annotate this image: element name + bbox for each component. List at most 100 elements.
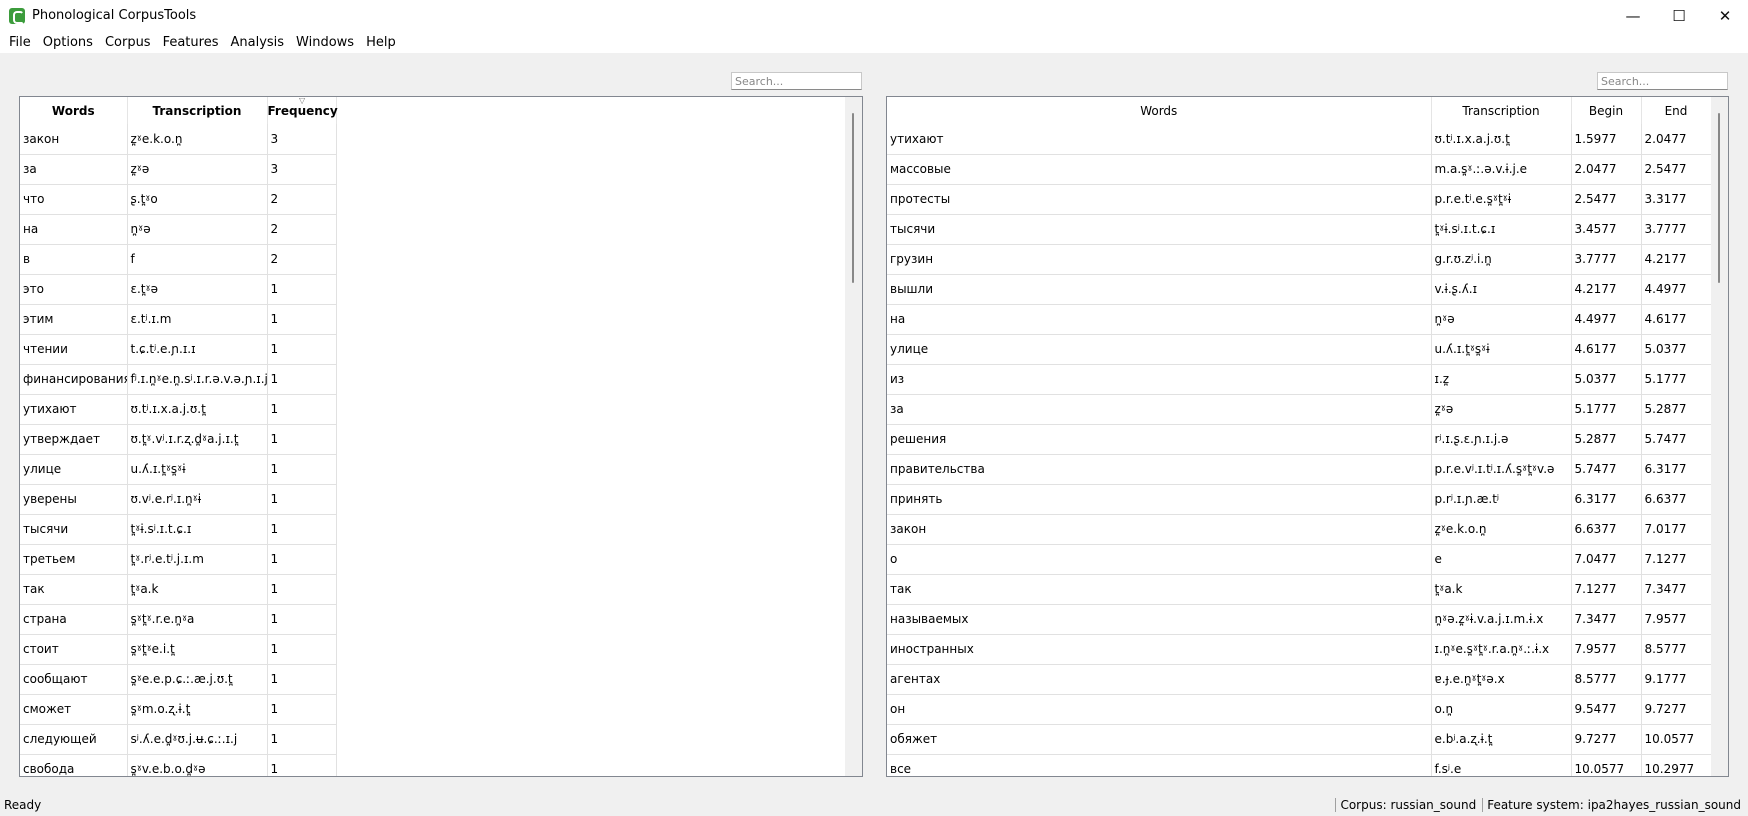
right-table-header-begin[interactable]: Begin	[1571, 97, 1642, 124]
table-cell: 2.5477	[1641, 154, 1712, 185]
table-row[interactable]: о e 7.0477 7.1277	[887, 544, 1712, 575]
table-cell: утихают	[20, 394, 128, 425]
table-cell: v.ɨ.ʂ.ʎ.ɪ	[1431, 274, 1572, 305]
table-row[interactable]: закон z̪ˠe.k.o.n̪ 6.6377 7.0177	[887, 514, 1712, 545]
table-row[interactable]: стоит s̪ˠt̪ˠe.i.t̪ 1	[20, 634, 337, 665]
table-row[interactable]: из ɪ.z̪ 5.0377 5.1777	[887, 364, 1712, 395]
menu-options[interactable]: Options	[37, 35, 99, 50]
right-scroll-thumb[interactable]	[1718, 113, 1720, 283]
table-row[interactable]: уверены ʊ.vʲ.e.rʲ.ɪ.n̪ˠɨ 1	[20, 484, 337, 515]
menu-file[interactable]: File	[3, 35, 37, 50]
menu-help[interactable]: Help	[360, 35, 402, 50]
table-cell: грузин	[887, 244, 1432, 275]
table-row[interactable]: следующей sʲ.ʎ.e.d̪ˠʊ.j.ʉ.ɕ.ː.ɪ.j 1	[20, 724, 337, 755]
table-cell: 7.9577	[1571, 634, 1642, 665]
table-cell: 1	[267, 454, 337, 485]
table-row[interactable]: улице u.ʎ.ɪ.t̪ˠs̪ˠɨ 4.6177 5.0377	[887, 334, 1712, 365]
menu-windows[interactable]: Windows	[290, 35, 360, 50]
minimize-button[interactable]: —	[1610, 0, 1656, 31]
right-search-input[interactable]	[1597, 72, 1728, 90]
corpus-word-table: Words Transcription Frequency закон z̪ˠe.k.…	[20, 97, 338, 776]
discourse-panel: Words Transcription Begin End утихают ʊ.tʲ.ɪ…	[886, 96, 1729, 777]
table-row[interactable]: он o.n̪ 9.5477 9.7277	[887, 694, 1712, 725]
table-cell: сможет	[20, 694, 128, 725]
table-row[interactable]: тысячи t̪ˠɨ.sʲ.ɪ.t.ɕ.ɪ 1	[20, 514, 337, 545]
table-row[interactable]: так t̪ˠa.k 1	[20, 574, 337, 605]
table-row[interactable]: сообщают s̪ˠe.e.p.ɕ.ː.æ.j.ʊ.t̪ 1	[20, 664, 337, 695]
table-cell: 9.1777	[1641, 664, 1712, 695]
table-cell: 2	[267, 184, 337, 215]
left-scroll-thumb[interactable]	[852, 113, 854, 283]
table-row[interactable]: так t̪ˠa.k 7.1277 7.3477	[887, 574, 1712, 605]
table-cell: закон	[887, 514, 1432, 545]
right-table-header-end[interactable]: End	[1641, 97, 1712, 124]
table-cell: 3.3177	[1641, 184, 1712, 215]
menu-features[interactable]: Features	[157, 35, 225, 50]
close-button[interactable]: ✕	[1702, 0, 1748, 31]
table-cell: так	[20, 574, 128, 605]
table-cell: 7.0477	[1571, 544, 1642, 575]
table-row[interactable]: финансирования fʲ.ɪ.n̪ˠe.n̪.sʲ.ɪ.r.ə.v.ə.…	[20, 364, 337, 395]
table-row[interactable]: улице u.ʎ.ɪ.t̪ˠs̪ˠɨ 1	[20, 454, 337, 485]
left-vertical-scrollbar[interactable]	[845, 97, 862, 776]
table-cell: t̪ˠ.rʲ.e.tʲ.j.ɪ.m	[127, 544, 268, 575]
table-row[interactable]: вf2	[20, 244, 337, 275]
table-row[interactable]: утихают ʊ.tʲ.ɪ.x.a.j.ʊ.t̪ 1.5977 2.0477	[887, 124, 1712, 155]
table-row[interactable]: тысячи t̪ˠɨ.sʲ.ɪ.t.ɕ.ɪ 3.4577 3.7777	[887, 214, 1712, 245]
table-row[interactable]: обяжет e.bʲ.a.ʐ.ɨ.t̪ 9.7277 10.0577	[887, 724, 1712, 755]
table-cell: ʊ.tʲ.ɪ.x.a.j.ʊ.t̪	[1431, 124, 1572, 155]
right-table-header-words[interactable]: Words	[887, 97, 1432, 124]
table-row[interactable]: агентах ɐ.ɟ.e.n̪ˠt̪ˠə.x 8.5777 9.1777	[887, 664, 1712, 695]
table-cell: 4.6177	[1641, 304, 1712, 335]
table-row[interactable]: этим ɛ.tʲ.ɪ.m 1	[20, 304, 337, 335]
left-table-header-words[interactable]: Words	[20, 97, 128, 124]
table-cell: u.ʎ.ɪ.t̪ˠs̪ˠɨ	[1431, 334, 1572, 365]
table-cell: 9.5477	[1571, 694, 1642, 725]
table-row[interactable]: на n̪ˠə 2	[20, 214, 337, 245]
maximize-button[interactable]: ☐	[1656, 0, 1702, 31]
table-row[interactable]: чтении t.ɕ.tʲ.e.ɲ.ɪ.ɪ 1	[20, 334, 337, 365]
table-row[interactable]: на n̪ˠə 4.4977 4.6177	[887, 304, 1712, 335]
table-row[interactable]: правительства p.r.e.vʲ.ɪ.tʲ.ɪ.ʎ.s̪ˠt̪ˠv.ə…	[887, 454, 1712, 485]
table-row[interactable]: утверждает ʊ.t̪ˠ.vʲ.ɪ.r.ʐ.d̪ˠa.j.ɪ.t̪ 1	[20, 424, 337, 455]
table-row[interactable]: принять p.rʲ.ɪ.ɲ.æ.tʲ 6.3177 6.6377	[887, 484, 1712, 515]
table-cell: сообщают	[20, 664, 128, 695]
menu-analysis[interactable]: Analysis	[224, 35, 290, 50]
table-cell: 7.9577	[1641, 604, 1712, 635]
table-cell: p.rʲ.ɪ.ɲ.æ.tʲ	[1431, 484, 1572, 515]
table-cell: 7.0177	[1641, 514, 1712, 545]
left-search-input[interactable]	[731, 72, 862, 90]
right-table-header-transcription[interactable]: Transcription	[1431, 97, 1572, 124]
table-row[interactable]: сможет s̪ˠm.o.ʐ.ɨ.t̪ 1	[20, 694, 337, 725]
table-row[interactable]: иностранных ɪ.n̪ˠe.s̪ˠt̪ˠ.r.a.n̪ˠ.ː.ɨ.x 7.…	[887, 634, 1712, 665]
table-cell: 5.7477	[1571, 454, 1642, 485]
table-cell: 2.0477	[1571, 154, 1642, 185]
table-row[interactable]: решения rʲ.ɪ.ʂ.ɛ.ɲ.ɪ.j.ə 5.2877 5.7477	[887, 424, 1712, 455]
table-row[interactable]: вышли v.ɨ.ʂ.ʎ.ɪ 4.2177 4.4977	[887, 274, 1712, 305]
sort-indicator-icon: ▽	[299, 96, 306, 105]
menu-corpus[interactable]: Corpus	[99, 35, 157, 50]
table-row[interactable]: за z̪ˠə 5.1777 5.2877	[887, 394, 1712, 425]
table-cell: e.bʲ.a.ʐ.ɨ.t̪	[1431, 724, 1572, 755]
table-row[interactable]: за z̪ˠə 3	[20, 154, 337, 185]
table-row[interactable]: третьем t̪ˠ.rʲ.e.tʲ.j.ɪ.m 1	[20, 544, 337, 575]
table-cell: правительства	[887, 454, 1432, 485]
table-row[interactable]: массовые m.a.s̪ˠ.ː.ə.v.ɨ.j.e 2.0477 2.5477	[887, 154, 1712, 185]
table-row[interactable]: протесты p.r.e.tʲ.e.s̪ˠt̪ˠɨ 2.5477 3.3177	[887, 184, 1712, 215]
table-row[interactable]: утихают ʊ.tʲ.ɪ.x.a.j.ʊ.t̪ 1	[20, 394, 337, 425]
table-cell: s̪ˠt̪ˠe.i.t̪	[127, 634, 268, 665]
discourse-table: Words Transcription Begin End утихают ʊ.tʲ.ɪ…	[887, 97, 1712, 776]
left-table-header-transcription[interactable]: Transcription	[127, 97, 268, 124]
table-row[interactable]: что ʂ.t̪ˠo 2	[20, 184, 337, 215]
table-row[interactable]: называемых n̪ˠə.z̪ˠɨ.v.a.j.ɪ.m.ɨ.x 7.3477 7…	[887, 604, 1712, 635]
table-row[interactable]: грузин g.r.ʊ.zʲ.i.n̪ 3.7777 4.2177	[887, 244, 1712, 275]
table-row[interactable]: страна s̪ˠt̪ˠ.r.e.n̪ˠa 1	[20, 604, 337, 635]
table-row[interactable]: свобода s̪ˠv.e.b.o.d̪ˠə 1	[20, 754, 337, 776]
table-row[interactable]: все f.sʲ.e 10.0577 10.2977	[887, 754, 1712, 776]
right-vertical-scrollbar[interactable]	[1711, 97, 1728, 776]
table-row[interactable]: закон z̪ˠe.k.o.n̪ 3	[20, 124, 337, 155]
table-row[interactable]: это ɛ.t̪ˠə 1	[20, 274, 337, 305]
table-cell: на	[887, 304, 1432, 335]
table-cell: в	[20, 244, 128, 275]
table-cell: 4.4977	[1641, 274, 1712, 305]
